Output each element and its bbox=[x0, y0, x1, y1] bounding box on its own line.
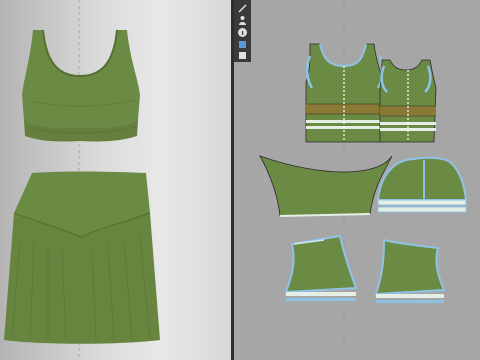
skort-front-piece[interactable] bbox=[376, 156, 468, 213]
waistband-piece[interactable] bbox=[259, 155, 393, 217]
2d-pattern-canvas bbox=[234, 0, 480, 360]
3d-viewport[interactable] bbox=[0, 0, 231, 360]
front-bodice-piece[interactable] bbox=[305, 43, 385, 143]
crop-top-body bbox=[22, 30, 140, 128]
3d-garment-render bbox=[4, 0, 160, 360]
crop-top[interactable] bbox=[22, 29, 140, 142]
2d-viewport[interactable] bbox=[234, 0, 480, 360]
skirt[interactable] bbox=[4, 171, 160, 344]
garment-icon[interactable] bbox=[236, 49, 249, 62]
back-bodice-piece[interactable] bbox=[379, 59, 437, 143]
2d-toolbar bbox=[234, 0, 251, 62]
shorts-left-piece[interactable] bbox=[284, 234, 358, 301]
shorts-right-piece[interactable] bbox=[374, 238, 446, 303]
